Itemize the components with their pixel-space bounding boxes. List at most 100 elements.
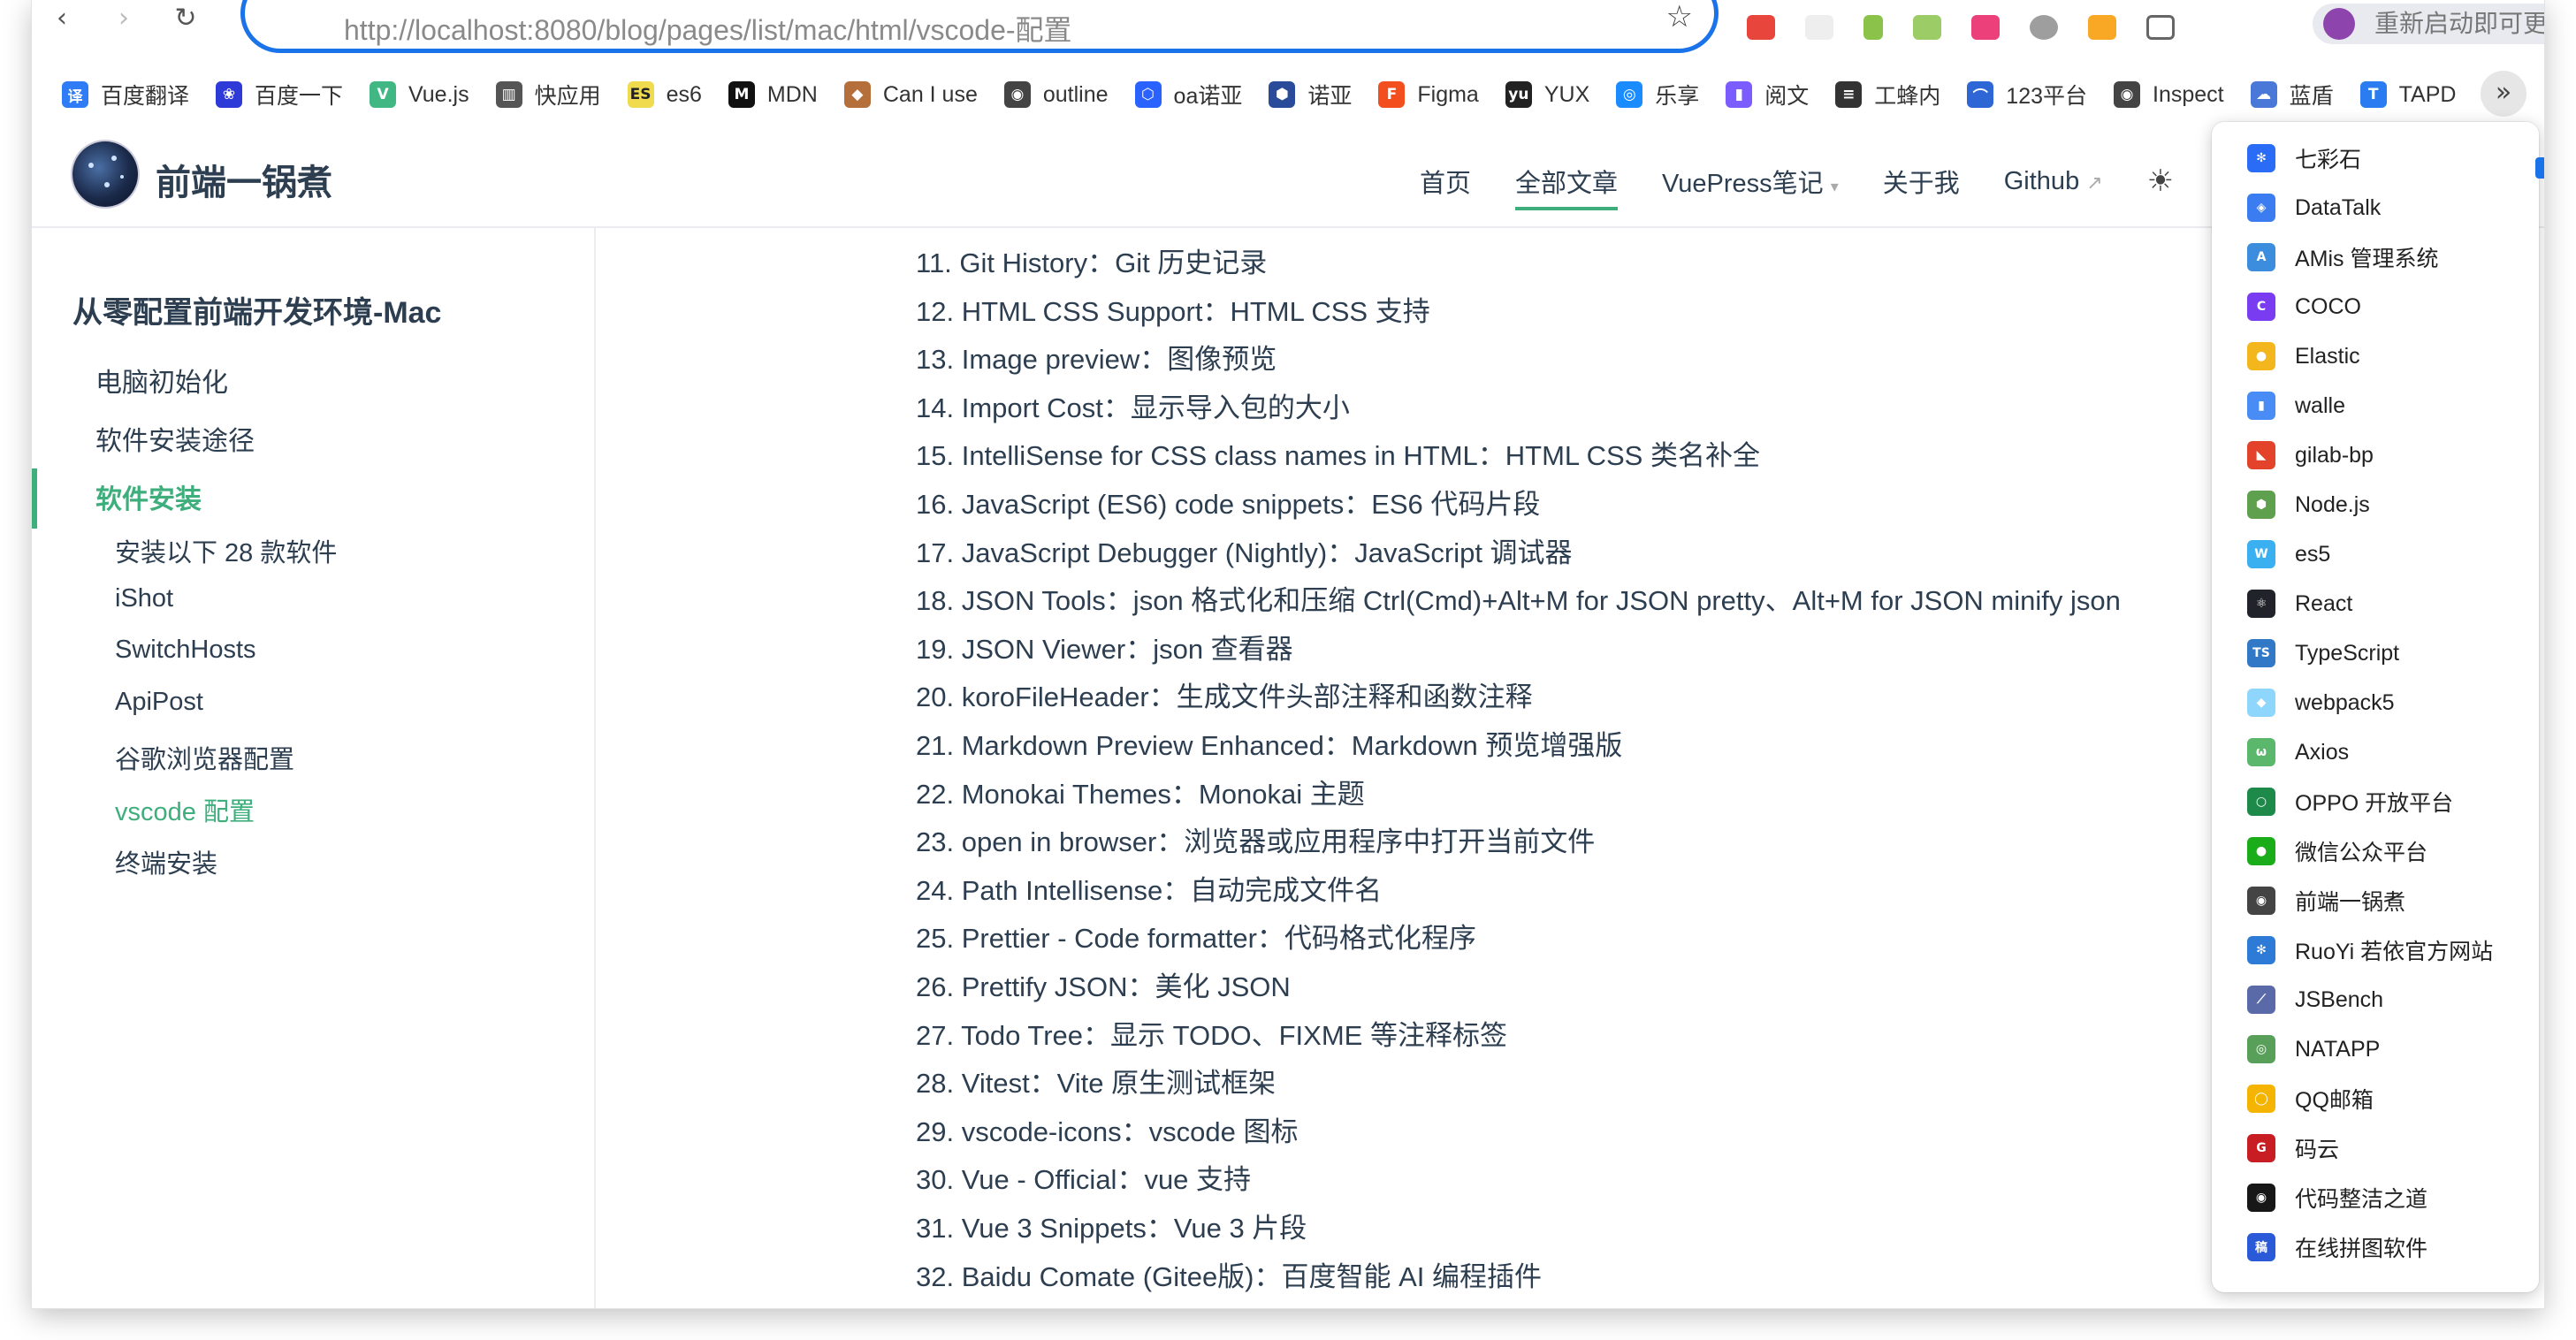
overflow-bookmark-item[interactable]: TS TypeScript xyxy=(2212,629,2539,677)
overflow-bookmark-item[interactable]: ◆ webpack5 xyxy=(2212,679,2539,727)
overflow-bookmark-label: RuoYi 若依官方网站 xyxy=(2295,940,2494,964)
bookmark-icon: ω xyxy=(2247,738,2275,766)
bookmark-item[interactable]: ☁ 蓝盾 xyxy=(2238,72,2348,117)
nav-item[interactable]: 首页 xyxy=(1420,163,1471,200)
address-url[interactable]: http://localhost:8080/blog/pages/list/ma… xyxy=(344,8,1072,49)
bookmark-icon: ▮ xyxy=(1726,81,1753,108)
overflow-bookmark-item[interactable]: ◉ 前端一锅煮 xyxy=(2212,877,2539,925)
content-list-item: 30. Vue - Official：vue 支持 xyxy=(916,1164,1252,1196)
extension-icon[interactable] xyxy=(1805,15,1833,40)
content-list-item: 29. vscode-icons：vscode 图标 xyxy=(916,1115,1299,1147)
bookmark-item[interactable]: ⬡ oa诺亚 xyxy=(1123,72,1257,117)
overflow-bookmark-item[interactable]: ▮ walle xyxy=(2212,382,2539,430)
sidebar-item[interactable]: 软件安装途径 xyxy=(95,419,255,458)
bookmark-item[interactable]: V Vue.js xyxy=(357,72,484,117)
overflow-bookmark-item[interactable]: ✻ 七彩石 xyxy=(2212,134,2539,182)
bookmark-icon: ⚛ xyxy=(2247,590,2275,618)
more-bookmarks-button[interactable]: » xyxy=(2481,71,2526,117)
overflow-bookmark-item[interactable]: ● 微信公众平台 xyxy=(2212,827,2539,875)
sidebar-item[interactable]: 电脑初始化 xyxy=(95,361,228,400)
bookmark-item[interactable]: ◉ Inspect xyxy=(2101,72,2238,117)
bookmark-item[interactable]: F Figma xyxy=(1366,72,1492,117)
theme-toggle-icon[interactable]: ☀ xyxy=(2147,164,2174,199)
bookmark-item[interactable]: ⌒ 123平台 xyxy=(1955,72,2101,117)
content-list-item: 31. Vue 3 Snippets：Vue 3 片段 xyxy=(916,1213,1307,1244)
overflow-bookmark-item[interactable]: A AMis 管理系统 xyxy=(2212,233,2539,281)
sidebar-subitem[interactable]: vscode 配置 xyxy=(115,791,255,828)
overflow-bookmark-item[interactable]: ⟋ JSBench xyxy=(2212,976,2539,1024)
nav-item[interactable]: Github ↗ xyxy=(2004,167,2103,196)
site-title[interactable]: 前端一锅煮 xyxy=(156,154,332,205)
bookmark-item[interactable]: ◆ Can I use xyxy=(832,72,992,117)
extension-icon[interactable] xyxy=(1863,15,1883,40)
bookmark-item[interactable]: ≡ 工蜂内 xyxy=(1823,72,1955,117)
sidebar-subitem[interactable]: 谷歌浏览器配置 xyxy=(115,739,294,776)
overflow-bookmark-item[interactable]: ◉ 代码整洁之道 xyxy=(2212,1174,2539,1222)
sidebar-subitem[interactable]: 安装以下 28 款软件 xyxy=(115,532,337,569)
overflow-bookmark-label: React xyxy=(2295,590,2353,616)
overflow-bookmark-item[interactable]: ◣ gilab-bp xyxy=(2212,431,2539,479)
nav-item[interactable]: VuePress笔记 ▾ xyxy=(1662,163,1839,200)
overflow-bookmark-item[interactable]: ✻ RuoYi 若依官方网站 xyxy=(2212,926,2539,974)
overflow-bookmark-item[interactable]: G 码云 xyxy=(2212,1124,2539,1172)
bookmark-item[interactable]: ▥ 快应用 xyxy=(484,72,615,117)
overflow-bookmark-item[interactable]: ⬢ Node.js xyxy=(2212,481,2539,529)
overflow-bookmark-label: es5 xyxy=(2295,541,2331,567)
sidebar-group-title[interactable]: 从零配置前端开发环境-Mac xyxy=(72,288,441,331)
bookmark-label: 诺亚 xyxy=(1307,84,1353,109)
profile-update-button[interactable]: 重新启动即可更新 xyxy=(2313,4,2544,44)
bookmark-label: 百度翻译 xyxy=(101,84,190,109)
bookmark-item[interactable]: ⬢ 诺亚 xyxy=(1256,72,1366,117)
sidebar-item[interactable]: 软件安装 xyxy=(95,477,202,516)
nav-item-label: 全部文章 xyxy=(1515,170,1619,198)
bookmark-item[interactable]: ▮ 阅文 xyxy=(1713,72,1823,117)
content-list-item: 13. Image preview：图像预览 xyxy=(916,344,1277,376)
bookmark-item[interactable]: 译百度翻译 xyxy=(50,72,203,117)
reload-button[interactable]: ↻ xyxy=(168,5,203,32)
content-list-item: 26. Prettify JSON：美化 JSON xyxy=(916,971,1291,1002)
extension-icon[interactable] xyxy=(1971,15,2000,40)
overflow-bookmark-item[interactable]: ω Axios xyxy=(2212,728,2539,776)
extension-icon[interactable] xyxy=(1747,15,1775,40)
bookmark-item[interactable]: ❀ 百度一下 xyxy=(203,72,357,117)
sidebar-subitem[interactable]: 终端安装 xyxy=(115,843,217,880)
overflow-bookmark-item[interactable]: ○ OPPO 开放平台 xyxy=(2212,778,2539,826)
overflow-bookmark-item[interactable]: ◈ DataTalk xyxy=(2212,184,2539,232)
sidebar-subitem[interactable]: iShot xyxy=(115,584,173,613)
back-button[interactable]: ‹ xyxy=(44,5,80,32)
bookmark-item[interactable]: M MDN xyxy=(716,72,832,117)
overflow-bookmark-item[interactable]: ⚛ React xyxy=(2212,580,2539,628)
overflow-bookmark-item[interactable]: C COCO xyxy=(2212,283,2539,331)
content-list-item: 11. Git History：Git 历史记录 xyxy=(916,247,1268,278)
sidebar-subitem[interactable]: ApiPost xyxy=(115,688,203,717)
extension-icon[interactable] xyxy=(1913,15,1941,40)
bookmark-icon: ⌒ xyxy=(1967,81,1994,108)
bookmark-label: es6 xyxy=(666,81,702,107)
bookmark-item[interactable]: yu YUX xyxy=(1493,72,1604,117)
forward-button[interactable]: › xyxy=(106,5,141,32)
content-list-item: 28. Vitest：Vite 原生测试框架 xyxy=(916,1068,1277,1100)
page-edge-indicator xyxy=(2535,157,2544,179)
bookmark-icon: ≡ xyxy=(1835,81,1863,108)
overflow-bookmark-item[interactable]: 稿在线拼图软件 xyxy=(2212,1223,2539,1271)
overflow-bookmark-item[interactable]: ◯ QQ邮箱 xyxy=(2212,1075,2539,1123)
bookmark-item[interactable]: ES es6 xyxy=(615,72,716,117)
sidebar-subitem[interactable]: SwitchHosts xyxy=(115,636,256,665)
bookmark-icon: T xyxy=(2359,81,2387,108)
overflow-bookmark-item[interactable]: ● Elastic xyxy=(2212,332,2539,380)
bookmark-item[interactable]: ◉ outline xyxy=(992,72,1123,117)
extensions-puzzle-icon[interactable] xyxy=(2146,15,2175,40)
site-logo[interactable] xyxy=(72,141,138,207)
address-bar[interactable]: http://localhost:8080/blog/pages/list/ma… xyxy=(240,0,1719,53)
overflow-bookmark-item[interactable]: ◎ NATAPP xyxy=(2212,1025,2539,1073)
overflow-bookmark-item[interactable]: Wes5 xyxy=(2212,530,2539,578)
nav-item[interactable]: 全部文章 xyxy=(1515,163,1619,210)
bookmark-item[interactable]: T TAPD xyxy=(2348,72,2471,117)
extension-icon[interactable] xyxy=(2088,15,2116,40)
bookmark-item[interactable]: ◎ 乐享 xyxy=(1604,72,1713,117)
nav-item[interactable]: 关于我 xyxy=(1883,163,1960,200)
overflow-bookmark-label: DataTalk xyxy=(2295,194,2382,220)
avatar xyxy=(2323,8,2355,40)
extension-icon[interactable] xyxy=(2030,15,2058,40)
star-icon[interactable]: ☆ xyxy=(1666,0,1693,34)
